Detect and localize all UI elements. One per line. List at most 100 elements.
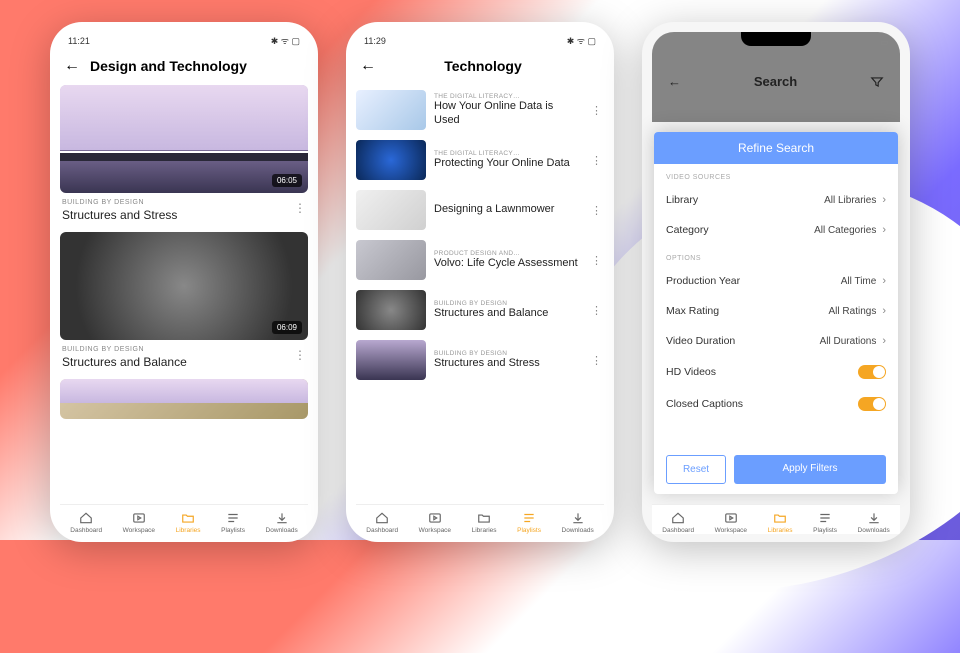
video-thumbnail xyxy=(356,90,426,130)
video-card[interactable] xyxy=(60,379,308,419)
video-category: BUILDING BY DESIGN xyxy=(434,350,581,357)
clock: 11:21 xyxy=(68,36,90,46)
header: ← Design and Technology xyxy=(60,53,308,85)
status-icons: ✱ ᯤ ▢ xyxy=(271,34,300,47)
download-icon xyxy=(570,511,586,525)
video-category: BUILDING BY DESIGN xyxy=(62,346,306,353)
tab-playlists[interactable]: Playlists xyxy=(517,511,541,534)
tab-downloads[interactable]: Downloads xyxy=(562,511,594,534)
video-category: BUILDING BY DESIGN xyxy=(434,300,581,307)
option-duration[interactable]: Video DurationAll Durations› xyxy=(654,326,898,356)
video-thumbnail xyxy=(356,190,426,230)
tab-libraries[interactable]: Libraries xyxy=(176,511,201,534)
list-item[interactable]: Designing a Lawnmower ⋮ xyxy=(356,185,604,235)
back-button[interactable]: ← xyxy=(668,74,681,89)
tab-workspace[interactable]: Workspace xyxy=(123,511,155,534)
chevron-right-icon: › xyxy=(882,275,886,287)
more-menu-icon[interactable]: ⋮ xyxy=(589,204,604,217)
home-icon xyxy=(374,511,390,525)
more-menu-icon[interactable]: ⋮ xyxy=(589,354,604,367)
chevron-right-icon: › xyxy=(882,194,886,206)
tab-downloads[interactable]: Downloads xyxy=(266,511,298,534)
video-card[interactable]: 06:09 BUILDING BY DESIGN Structures and … xyxy=(60,232,308,371)
more-menu-icon[interactable]: ⋮ xyxy=(589,104,604,117)
tab-dashboard[interactable]: Dashboard xyxy=(366,511,398,534)
video-thumbnail[interactable]: 06:09 xyxy=(60,232,308,340)
clock: 11:29 xyxy=(364,36,386,46)
play-square-icon xyxy=(723,511,739,525)
tab-workspace[interactable]: Workspace xyxy=(419,511,451,534)
video-thumbnail xyxy=(356,140,426,180)
refine-header: Refine Search xyxy=(654,132,898,164)
video-list[interactable]: THE DIGITAL LITERACY…How Your Online Dat… xyxy=(356,85,604,485)
filter-icon[interactable] xyxy=(870,75,884,89)
video-card[interactable]: 06:05 BUILDING BY DESIGN Structures and … xyxy=(60,85,308,224)
video-category: THE DIGITAL LITERACY… xyxy=(434,150,581,157)
phone-technology: 11:29 ✱ ᯤ ▢ ← Technology THE DIGITAL LIT… xyxy=(346,22,614,542)
back-button[interactable]: ← xyxy=(64,57,80,75)
chevron-right-icon: › xyxy=(882,335,886,347)
section-label-options: OPTIONS xyxy=(654,245,898,266)
list-item[interactable]: PRODUCT DESIGN AND…Volvo: Life Cycle Ass… xyxy=(356,235,604,285)
option-library[interactable]: LibraryAll Libraries› xyxy=(654,185,898,215)
more-menu-icon[interactable]: ⋮ xyxy=(294,348,306,362)
toggle-hd[interactable] xyxy=(858,365,886,379)
home-icon xyxy=(78,511,94,525)
duration-badge: 06:09 xyxy=(272,321,302,334)
option-hd: HD Videos xyxy=(654,356,898,388)
toggle-cc[interactable] xyxy=(858,397,886,411)
home-icon xyxy=(670,511,686,525)
play-square-icon xyxy=(131,511,147,525)
status-icons: ✱ ᯤ ▢ xyxy=(567,34,596,47)
option-rating[interactable]: Max RatingAll Ratings› xyxy=(654,296,898,326)
apply-button[interactable]: Apply Filters xyxy=(734,455,886,484)
tab-libraries[interactable]: Libraries xyxy=(472,511,497,534)
video-title: Structures and Stress xyxy=(62,208,306,222)
page-title: Design and Technology xyxy=(90,58,304,74)
video-thumbnail xyxy=(356,290,426,330)
back-button[interactable]: ← xyxy=(360,57,376,75)
folder-icon xyxy=(476,511,492,525)
tab-bar: Dashboard Workspace Libraries Playlists … xyxy=(356,504,604,534)
tab-playlists[interactable]: Playlists xyxy=(221,511,245,534)
download-icon xyxy=(866,511,882,525)
video-title: How Your Online Data is Used xyxy=(434,100,581,126)
video-title: Protecting Your Online Data xyxy=(434,157,581,170)
option-year[interactable]: Production YearAll Time› xyxy=(654,266,898,296)
list-icon xyxy=(521,511,537,525)
list-item[interactable]: THE DIGITAL LITERACY…Protecting Your Onl… xyxy=(356,135,604,185)
more-menu-icon[interactable]: ⋮ xyxy=(589,304,604,317)
more-menu-icon[interactable]: ⋮ xyxy=(294,201,306,215)
phone-refine-search: ▭ ← Search Refine Search VIDEO SOURCES L… xyxy=(642,22,910,542)
video-list[interactable]: 06:05 BUILDING BY DESIGN Structures and … xyxy=(60,85,308,485)
option-category[interactable]: CategoryAll Categories› xyxy=(654,215,898,245)
video-thumbnail[interactable]: 06:05 xyxy=(60,85,308,193)
phone-design-technology: 11:21 ✱ ᯤ ▢ ← Design and Technology 06:0… xyxy=(50,22,318,542)
folder-icon xyxy=(180,511,196,525)
video-title: Structures and Balance xyxy=(62,355,306,369)
search-header: ← Search xyxy=(642,74,910,89)
play-square-icon xyxy=(427,511,443,525)
list-item[interactable]: BUILDING BY DESIGNStructures and Balance… xyxy=(356,285,604,335)
tab-libraries[interactable]: Libraries xyxy=(768,511,793,534)
tab-dashboard[interactable]: Dashboard xyxy=(70,511,102,534)
list-icon xyxy=(817,511,833,525)
list-icon xyxy=(225,511,241,525)
more-menu-icon[interactable]: ⋮ xyxy=(589,154,604,167)
more-menu-icon[interactable]: ⋮ xyxy=(589,254,604,267)
reset-button[interactable]: Reset xyxy=(666,455,726,484)
video-thumbnail[interactable] xyxy=(60,379,308,419)
tab-workspace[interactable]: Workspace xyxy=(715,511,747,534)
search-title: Search xyxy=(754,74,797,89)
notch xyxy=(741,32,811,46)
video-title: Designing a Lawnmower xyxy=(434,203,581,216)
list-item[interactable]: THE DIGITAL LITERACY…How Your Online Dat… xyxy=(356,85,604,135)
page-title: Technology xyxy=(386,58,580,74)
tab-dashboard[interactable]: Dashboard xyxy=(662,511,694,534)
tab-downloads[interactable]: Downloads xyxy=(858,511,890,534)
list-item[interactable]: BUILDING BY DESIGNStructures and Stress⋮ xyxy=(356,335,604,385)
header: ← Technology xyxy=(356,53,604,85)
tab-playlists[interactable]: Playlists xyxy=(813,511,837,534)
refine-panel: Refine Search VIDEO SOURCES LibraryAll L… xyxy=(654,132,898,494)
video-category: THE DIGITAL LITERACY… xyxy=(434,93,581,100)
